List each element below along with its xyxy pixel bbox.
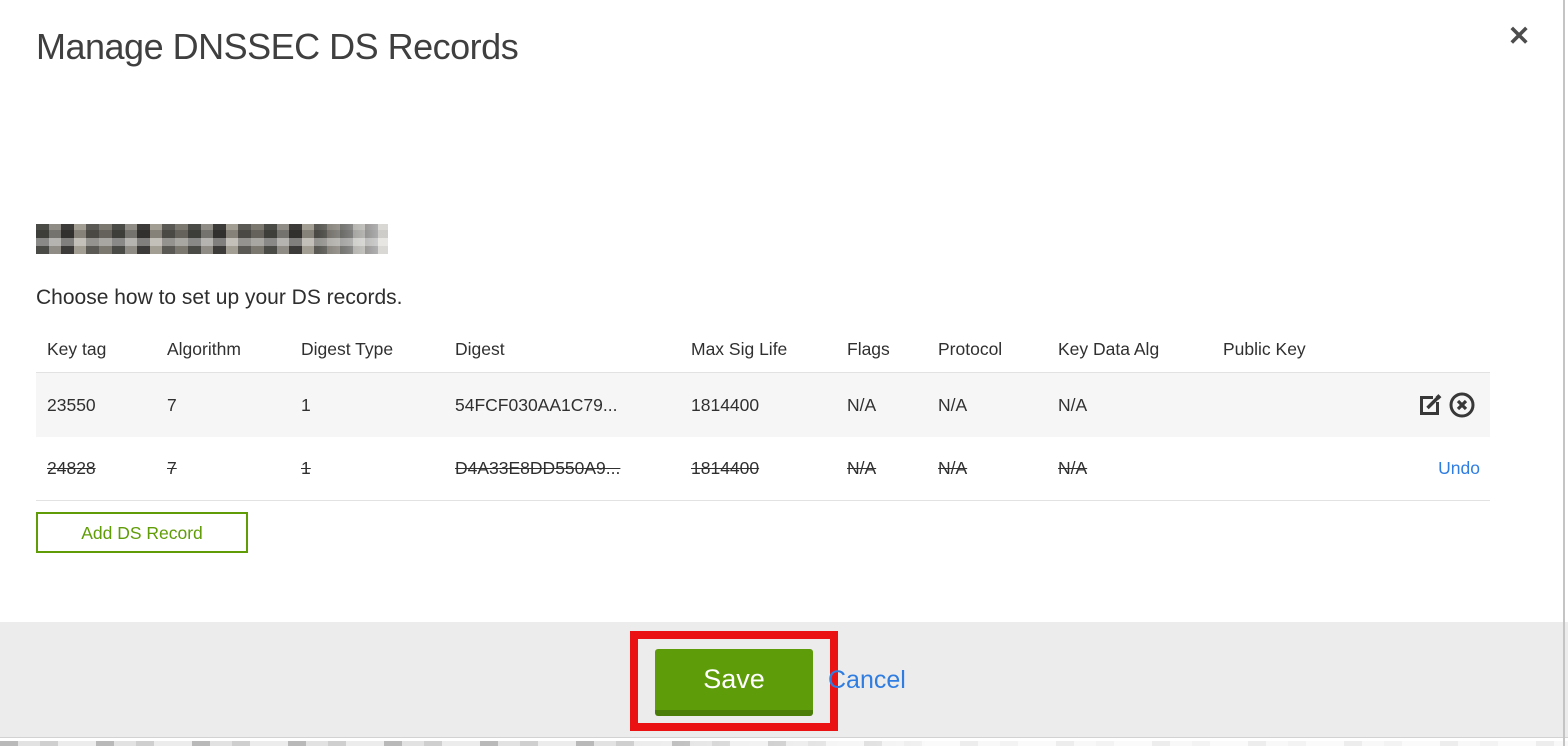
cell-digest: 54FCF030AA1C79... — [455, 394, 618, 415]
cell-key-tag: 24828 — [47, 458, 96, 478]
background-page-remnant — [0, 741, 1568, 746]
header-digest: Digest — [455, 339, 505, 359]
cell-flags: N/A — [847, 458, 877, 478]
redacted-domain-name — [36, 224, 388, 254]
cell-digest-type: 1 — [301, 458, 311, 478]
ds-records-table: Key tag Algorithm Digest Type Digest Max… — [36, 327, 1490, 501]
header-key-tag: Key tag — [47, 339, 107, 359]
delete-record-icon[interactable] — [1448, 391, 1476, 419]
page-title: Manage DNSSEC DS Records — [36, 26, 519, 67]
cell-algorithm: 7 — [167, 458, 177, 478]
cell-algorithm: 7 — [167, 394, 177, 415]
cell-digest: D4A33E8DD550A9... — [455, 458, 621, 478]
header-flags: Flags — [847, 339, 890, 359]
table-row: 23550 7 1 54FCF030AA1C79... 1814400 N/A … — [36, 373, 1490, 437]
cell-key-data-alg: N/A — [1058, 394, 1088, 415]
header-key-data-alg: Key Data Alg — [1058, 339, 1160, 359]
save-button[interactable]: Save — [655, 649, 813, 716]
cell-digest-type: 1 — [301, 394, 311, 415]
table-header-row: Key tag Algorithm Digest Type Digest Max… — [36, 327, 1490, 373]
cell-key-tag: 23550 — [47, 394, 96, 415]
row-actions — [1416, 391, 1490, 419]
cell-max-sig-life: 1814400 — [691, 458, 760, 478]
table-row-deleted: 24828 7 1 D4A33E8DD550A9... 1814400 N/A … — [36, 437, 1490, 501]
header-public-key: Public Key — [1223, 339, 1306, 359]
cancel-link[interactable]: Cancel — [828, 622, 906, 738]
edit-record-icon[interactable] — [1416, 391, 1444, 419]
header-digest-type: Digest Type — [301, 339, 394, 359]
cell-flags: N/A — [847, 394, 877, 415]
cell-protocol: N/A — [938, 458, 968, 478]
header-algorithm: Algorithm — [167, 339, 241, 359]
instruction-text: Choose how to set up your DS records. — [36, 286, 403, 309]
cell-max-sig-life: 1814400 — [691, 394, 760, 415]
modal-footer: Save Cancel — [0, 622, 1568, 738]
undo-link[interactable]: Undo — [1438, 458, 1490, 479]
add-ds-record-button[interactable]: Add DS Record — [36, 512, 248, 553]
modal-right-border — [1563, 0, 1565, 746]
cell-key-data-alg: N/A — [1058, 458, 1088, 478]
cell-protocol: N/A — [938, 394, 968, 415]
header-max-sig-life: Max Sig Life — [691, 339, 788, 359]
header-protocol: Protocol — [938, 339, 1003, 359]
close-icon[interactable]: ✕ — [1503, 20, 1535, 52]
